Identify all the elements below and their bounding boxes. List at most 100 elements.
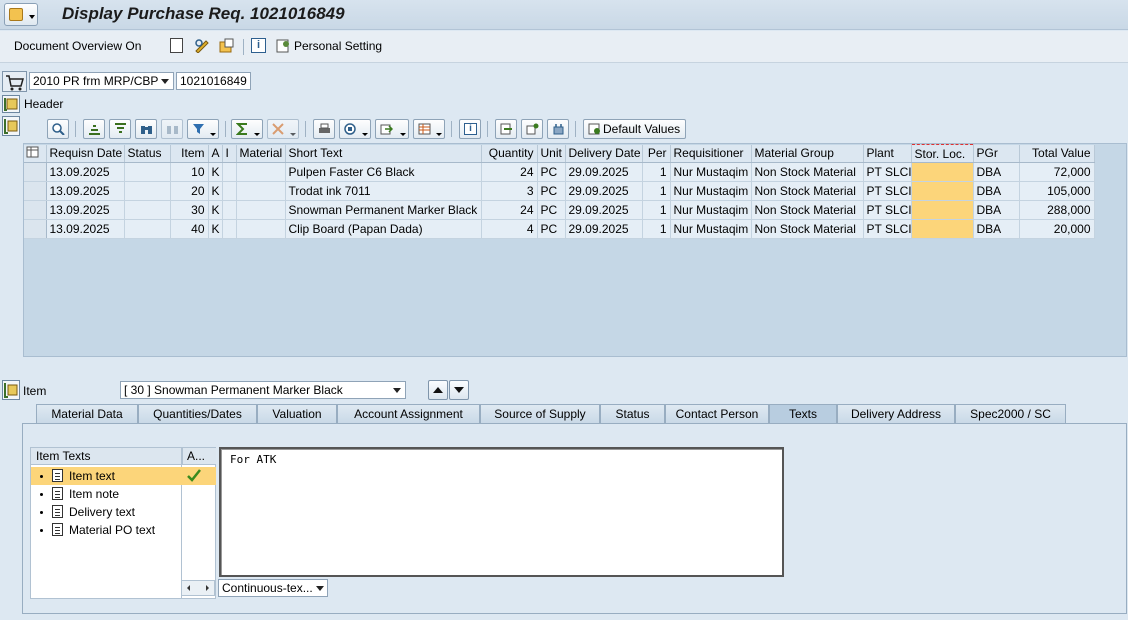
column-header[interactable]: Item (170, 144, 209, 163)
tree-item-item-note[interactable]: Item note (31, 485, 181, 503)
cell-pgr: DBA (973, 200, 1020, 220)
cell-delivery-date: 29.09.2025 (565, 219, 643, 239)
editor-text[interactable]: For ATK (230, 453, 276, 466)
tab-account-assignment[interactable]: Account Assignment (337, 404, 480, 423)
column-header[interactable]: Unit (537, 144, 566, 163)
column-header[interactable]: I (222, 144, 237, 163)
sort-descending-button[interactable] (109, 119, 131, 139)
tab-spec2000-sc[interactable]: Spec2000 / SC (955, 404, 1066, 423)
system-menu-icon (9, 8, 23, 21)
default-values-label: Default Values (603, 122, 681, 136)
item-action-button-3[interactable] (547, 119, 569, 139)
editor-mode-select[interactable]: Continuous-tex... (218, 579, 328, 597)
cell-total-value: 288,000 (1019, 200, 1095, 220)
column-header-stor-loc[interactable]: Stor. Loc. (911, 144, 974, 163)
column-header[interactable]: Quantity (481, 144, 538, 163)
personal-setting-icon[interactable] (276, 38, 291, 53)
item-select[interactable]: [ 30 ] Snowman Permanent Marker Black (120, 381, 406, 399)
tab-texts[interactable]: Texts (769, 404, 837, 423)
column-header[interactable]: Per (642, 144, 671, 163)
column-header[interactable]: Requisitioner (670, 144, 752, 163)
expand-header-icon[interactable] (2, 95, 20, 113)
cell-status (124, 162, 171, 182)
details-button[interactable] (47, 119, 69, 139)
find-next-button[interactable] (161, 119, 183, 139)
previous-item-button[interactable] (428, 380, 448, 400)
display-change-icon[interactable] (194, 38, 210, 54)
column-header[interactable]: A (208, 144, 223, 163)
tab-contact-person[interactable]: Contact Person (665, 404, 769, 423)
text-editor[interactable]: For ATK (219, 447, 784, 577)
table-row[interactable]: 13.09.2025 30 K Snowman Permanent Marker… (24, 200, 1095, 220)
personal-setting-button[interactable]: Personal Setting (294, 39, 382, 53)
tree-horizontal-scroll[interactable] (181, 580, 215, 596)
filter-button[interactable] (187, 119, 219, 139)
person-document-icon (526, 123, 539, 135)
collapse-items-icon[interactable] (2, 116, 20, 136)
item-action-button-2[interactable] (521, 119, 543, 139)
tab-material-data[interactable]: Material Data (36, 404, 138, 423)
row-selector[interactable] (24, 219, 47, 239)
column-header[interactable]: Total Value (1019, 144, 1095, 163)
tree-bullet (40, 475, 43, 478)
tab-status[interactable]: Status (600, 404, 665, 423)
tab-source-of-supply[interactable]: Source of Supply (480, 404, 600, 423)
cell-stor-loc (911, 219, 974, 239)
export-button[interactable] (375, 119, 409, 139)
tab-valuation[interactable]: Valuation (257, 404, 337, 423)
subtotal-button[interactable] (267, 119, 299, 139)
tree-item-delivery-text[interactable]: Delivery text (31, 503, 181, 521)
column-header[interactable]: Requisn Date (46, 144, 125, 163)
toolbar-separator (487, 121, 488, 137)
cell-per: 1 (642, 162, 671, 182)
row-selector[interactable] (24, 181, 47, 201)
tree-item-item-text[interactable]: Item text (31, 467, 216, 485)
new-document-icon[interactable] (170, 38, 183, 53)
layout-button[interactable] (413, 119, 445, 139)
cell-unit: PC (537, 219, 566, 239)
tab-delivery-address[interactable]: Delivery Address (837, 404, 955, 423)
print-button[interactable] (313, 119, 335, 139)
cell-quantity: 24 (481, 200, 538, 220)
cell-stor-loc (911, 200, 974, 220)
column-header[interactable]: Delivery Date (565, 144, 643, 163)
dropdown-arrow-icon (290, 133, 296, 136)
tab-quantities-dates[interactable]: Quantities/Dates (138, 404, 257, 423)
item-action-button-1[interactable] (495, 119, 517, 139)
tree-item-material-po-text[interactable]: Material PO text (31, 521, 181, 539)
row-selector[interactable] (24, 200, 47, 220)
table-row[interactable]: 13.09.2025 20 K Trodat ink 7011 3 PC 29.… (24, 181, 1095, 201)
column-header[interactable]: Material Group (751, 144, 864, 163)
dropdown-arrow-icon (254, 133, 260, 136)
shopping-cart-icon[interactable] (2, 71, 27, 92)
column-header[interactable]: Plant (863, 144, 912, 163)
column-header[interactable]: Short Text (285, 144, 482, 163)
total-button[interactable] (231, 119, 263, 139)
row-selector[interactable] (24, 162, 47, 182)
table-row[interactable]: 13.09.2025 40 K Clip Board (Papan Dada) … (24, 219, 1095, 239)
default-values-button[interactable]: Default Values (583, 119, 686, 139)
scroll-arrows-icon (187, 585, 209, 591)
document-overview-button[interactable]: Document Overview On (14, 39, 141, 53)
system-menu-button[interactable] (4, 3, 38, 26)
info-button[interactable]: i (459, 119, 481, 139)
info-icon[interactable]: i (251, 38, 266, 53)
next-item-button[interactable] (449, 380, 469, 400)
cell-material-group: Non Stock Material (751, 162, 864, 182)
document-type-select[interactable]: 2010 PR frm MRP/CBP (29, 72, 174, 90)
column-header[interactable]: PGr (973, 144, 1020, 163)
collapse-item-detail-icon[interactable] (2, 380, 20, 400)
find-button[interactable] (135, 119, 157, 139)
column-header[interactable]: Status (124, 144, 171, 163)
table-row[interactable]: 13.09.2025 10 K Pulpen Faster C6 Black 2… (24, 162, 1095, 182)
table-header-row: Requisn Date Status Item A I Material Sh… (24, 144, 1095, 163)
sort-ascending-button[interactable] (83, 119, 105, 139)
tree-bullet (40, 511, 43, 514)
views-icon (344, 123, 356, 135)
column-header[interactable]: Material (236, 144, 286, 163)
views-button[interactable] (339, 119, 371, 139)
pr-number-field[interactable]: 1021016849 (176, 72, 251, 90)
other-document-icon[interactable] (219, 38, 235, 53)
table-layout-icon[interactable] (24, 144, 47, 163)
cell-stor-loc (911, 181, 974, 201)
